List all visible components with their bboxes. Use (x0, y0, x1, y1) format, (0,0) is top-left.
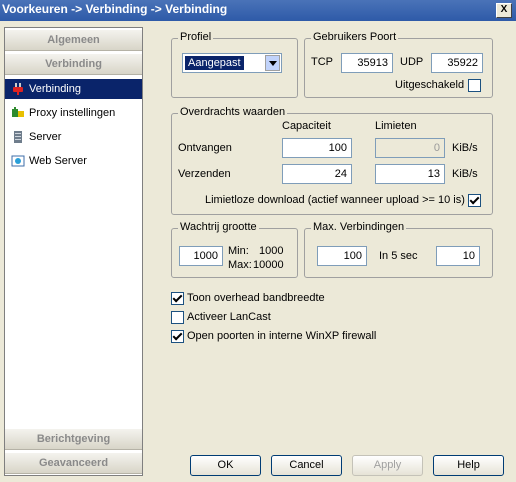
queue-size-input[interactable]: 1000 (179, 246, 223, 266)
send-capacity-input[interactable]: 24 (282, 164, 352, 184)
queue-min-label: Min: (228, 245, 249, 257)
queue-group: Wachtrij grootte 1000 Min: 1000 Max: 100… (171, 221, 298, 278)
tcp-port-input[interactable]: 35913 (341, 53, 393, 73)
profiel-title: Profiel (178, 31, 214, 43)
help-button[interactable]: Help (433, 455, 504, 476)
sidebar-item-web-server[interactable]: Web Server (5, 151, 142, 171)
per-5-sec-label: In 5 sec (379, 250, 418, 262)
receive-capacity-input[interactable]: 100 (282, 138, 352, 158)
connections-per-5-sec-input[interactable]: 10 (436, 246, 480, 266)
profiel-select[interactable]: Aangepast (182, 53, 282, 73)
sidebar-item-label: Server (29, 131, 62, 143)
unlimited-download-checkbox[interactable] (468, 194, 481, 207)
lancast-label: Activeer LanCast (187, 311, 271, 323)
sidebar-section-berichtgeving[interactable]: Berichtgeving (5, 429, 142, 450)
receive-limit-input[interactable]: 0 (375, 138, 445, 158)
ok-button[interactable]: OK (190, 455, 261, 476)
sidebar-item-label: Web Server (29, 155, 87, 167)
send-limit-input[interactable]: 13 (375, 164, 445, 184)
queue-max-value: 10000 (253, 259, 284, 271)
proxy-icon (11, 106, 25, 120)
tcp-label: TCP (311, 56, 333, 68)
lancast-checkbox[interactable] (171, 311, 184, 324)
apply-button[interactable]: Apply (352, 455, 423, 476)
server-icon (11, 130, 25, 144)
chevron-down-icon[interactable] (265, 55, 280, 71)
max-connections-input[interactable]: 100 (317, 246, 367, 266)
sidebar-section-verbinding[interactable]: Verbinding (5, 54, 142, 75)
maxconn-group: Max. Verbindingen 100 In 5 sec 10 (304, 221, 493, 278)
capacity-header: Capaciteit (282, 120, 331, 132)
transfer-group: Overdrachts waarden Capaciteit Limieten … (171, 106, 493, 215)
queue-title: Wachtrij grootte (178, 221, 259, 233)
ports-title: Gebruikers Poort (311, 31, 399, 43)
transfer-title: Overdrachts waarden (178, 106, 288, 118)
sidebar-item-verbinding[interactable]: Verbinding (5, 79, 142, 99)
profiel-group: Profiel Aangepast (171, 31, 298, 98)
sidebar-item-label: Proxy instellingen (29, 107, 116, 119)
sidebar-section-algemeen[interactable]: Algemeen (5, 30, 142, 51)
send-unit: KiB/s (452, 168, 478, 180)
send-label: Verzenden (178, 168, 231, 180)
disabled-label: Uitgeschakeld (395, 79, 465, 91)
overhead-checkbox[interactable] (171, 292, 184, 305)
sidebar-item-server[interactable]: Server (5, 127, 142, 147)
sidebar-section-geavanceerd[interactable]: Geavanceerd (5, 453, 142, 474)
receive-unit: KiB/s (452, 142, 478, 154)
sidebar-item-label: Verbinding (29, 83, 81, 95)
limits-header: Limieten (375, 120, 417, 132)
udp-label: UDP (400, 56, 424, 68)
sidebar: Algemeen Verbinding Verbinding Proxy ins… (4, 27, 143, 476)
sidebar-item-proxy[interactable]: Proxy instellingen (5, 103, 142, 123)
web-server-icon (11, 154, 25, 168)
queue-max-label: Max: (228, 259, 252, 271)
firewall-checkbox[interactable] (171, 330, 184, 343)
unlimited-download-label: Limietloze download (actief wanneer uplo… (205, 194, 465, 206)
cancel-button[interactable]: Cancel (271, 455, 342, 476)
title-bar: Voorkeuren -> Verbinding -> Verbinding X (0, 0, 516, 21)
window-title: Voorkeuren -> Verbinding -> Verbinding (2, 2, 228, 16)
close-button[interactable]: X (496, 3, 512, 18)
receive-label: Ontvangen (178, 142, 232, 154)
overhead-label: Toon overhead bandbreedte (187, 292, 325, 304)
ports-group: Gebruikers Poort TCP 35913 UDP 35922 Uit… (304, 31, 493, 98)
plug-icon (11, 82, 25, 96)
maxconn-title: Max. Verbindingen (311, 221, 407, 233)
queue-min-value: 1000 (259, 245, 284, 257)
udp-port-input[interactable]: 35922 (431, 53, 483, 73)
firewall-label: Open poorten in interne WinXP firewall (187, 330, 377, 342)
disabled-checkbox[interactable] (468, 79, 481, 92)
profiel-selected: Aangepast (185, 56, 244, 70)
